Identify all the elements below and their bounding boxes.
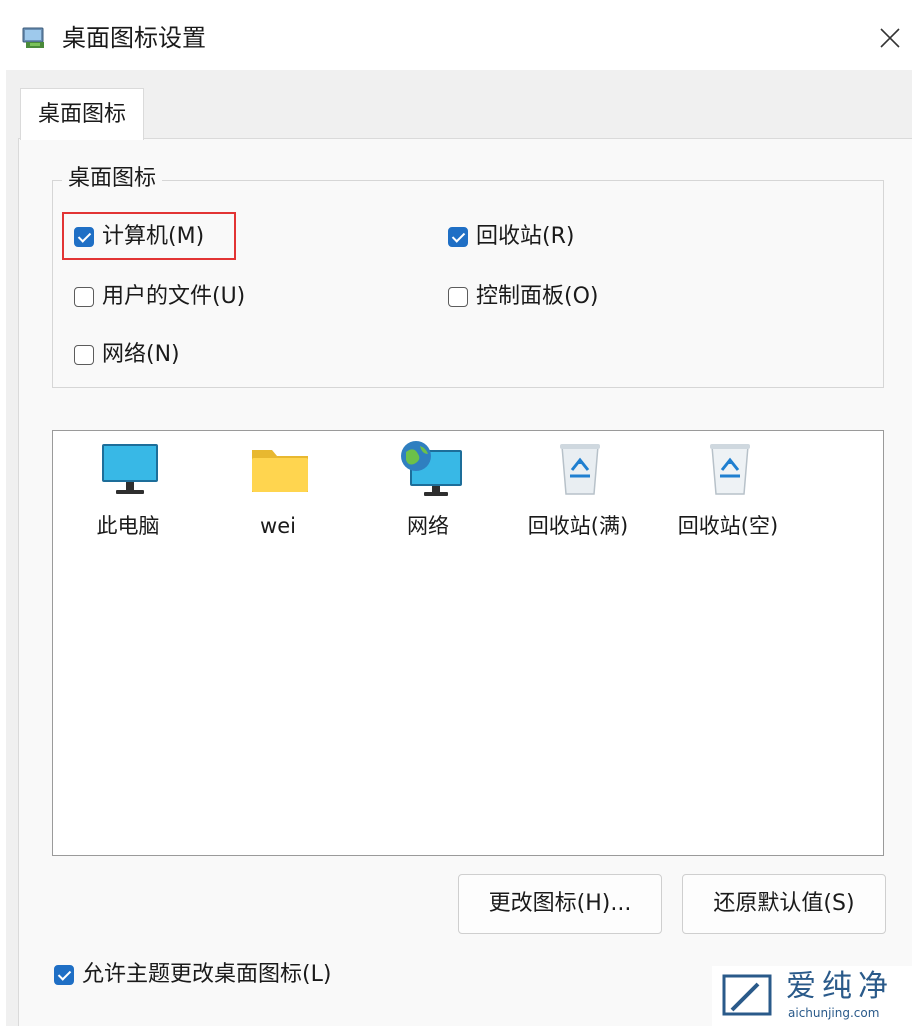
icon-label: 网络 xyxy=(407,514,449,538)
checkbox-box[interactable] xyxy=(448,227,468,247)
checkbox-box[interactable] xyxy=(74,227,94,247)
title-bar: 桌面图标设置 xyxy=(0,0,912,70)
checkbox-label: 控制面板(O) xyxy=(476,284,599,309)
close-icon xyxy=(880,28,900,48)
checkbox-box[interactable] xyxy=(448,287,468,307)
icon-label: wei xyxy=(260,514,296,538)
icon-item-recycle-empty[interactable]: 回收站(空) xyxy=(668,440,788,550)
icon-label: 回收站(空) xyxy=(677,514,779,538)
checkbox-label: 计算机(M) xyxy=(102,224,205,249)
checkbox-box[interactable] xyxy=(54,965,74,985)
checkbox-label: 回收站(R) xyxy=(476,224,575,249)
groupbox-label: 桌面图标 xyxy=(62,164,163,194)
restore-default-button[interactable]: 还原默认值(S) xyxy=(682,874,886,934)
recycle-bin-empty-icon xyxy=(710,444,750,495)
network-globe-icon xyxy=(401,441,462,496)
checkbox-control-panel[interactable]: 控制面板(O) xyxy=(448,282,598,312)
watermark-logo-icon xyxy=(722,974,772,1016)
icon-item-user-folder[interactable]: wei xyxy=(218,440,338,550)
watermark-text: 爱纯净 xyxy=(786,969,894,1004)
window-title: 桌面图标设置 xyxy=(62,24,206,52)
checkbox-label: 允许主题更改桌面图标(L) xyxy=(82,962,332,987)
checkbox-allow-themes[interactable]: 允许主题更改桌面图标(L) xyxy=(54,960,331,990)
checkbox-box[interactable] xyxy=(74,287,94,307)
checkbox-box[interactable] xyxy=(74,345,94,365)
icon-item-this-pc[interactable]: 此电脑 xyxy=(68,440,188,550)
checkbox-label: 用户的文件(U) xyxy=(102,284,246,309)
checkbox-recycle-bin[interactable]: 回收站(R) xyxy=(448,222,574,252)
close-button[interactable] xyxy=(872,18,908,58)
watermark: 爱纯净 aichunjing.com xyxy=(712,966,912,1026)
monitor-icon xyxy=(102,444,158,494)
checkbox-label: 网络(N) xyxy=(102,342,180,367)
desktop-settings-icon xyxy=(22,27,44,48)
icon-item-network[interactable]: 网络 xyxy=(368,440,488,550)
tab-desktop-icons[interactable]: 桌面图标 xyxy=(20,88,144,140)
icon-item-recycle-full[interactable]: 回收站(满) xyxy=(518,440,638,550)
watermark-url: aichunjing.com xyxy=(788,1006,880,1020)
folder-icon xyxy=(252,450,308,492)
checkbox-computer[interactable]: 计算机(M) xyxy=(74,222,204,252)
checkbox-user-files[interactable]: 用户的文件(U) xyxy=(74,282,245,312)
recycle-bin-full-icon xyxy=(560,444,600,495)
icon-label: 此电脑 xyxy=(96,514,160,538)
icon-label: 回收站(满) xyxy=(527,514,629,538)
change-icon-button[interactable]: 更改图标(H)... xyxy=(458,874,662,934)
checkbox-network[interactable]: 网络(N) xyxy=(74,340,180,370)
